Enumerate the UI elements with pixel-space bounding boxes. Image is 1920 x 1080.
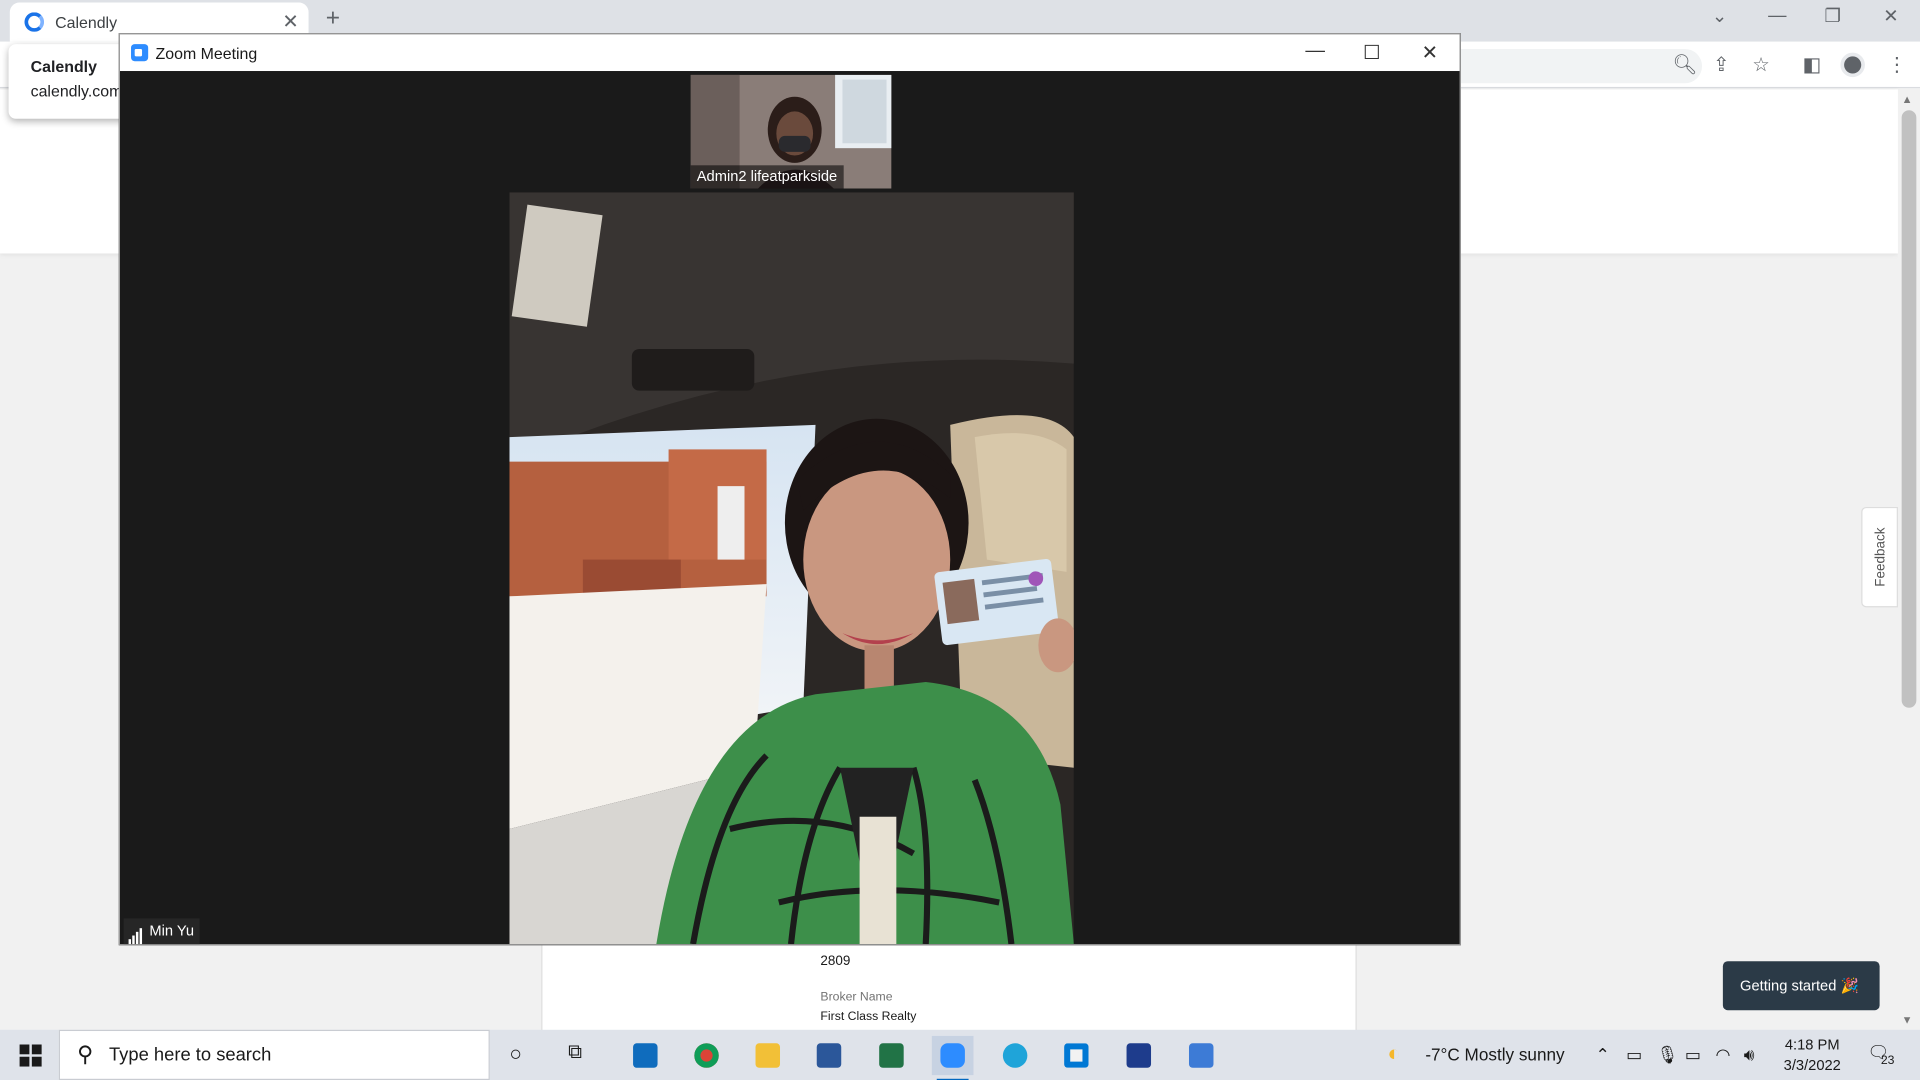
windows-logo-icon <box>19 1044 42 1067</box>
excel-app-icon[interactable] <box>871 1036 913 1075</box>
battery-icon[interactable]: ▭ <box>1685 1044 1701 1065</box>
start-button[interactable] <box>0 1030 59 1080</box>
bookmark-star-icon[interactable]: ☆ <box>1752 53 1770 77</box>
speaker-video-frame <box>509 192 1074 945</box>
windows-taskbar: ⚲ Type here to search ○ ⧉ ◐ -7°C Mostly … <box>0 1029 1920 1080</box>
scroll-up-icon[interactable]: ▲ <box>1902 93 1913 105</box>
new-tab-icon[interactable]: + <box>326 5 340 33</box>
broker-name-label: Broker Name <box>820 990 893 1005</box>
weather-text[interactable]: -7°C Mostly sunny <box>1425 1044 1564 1064</box>
profile-avatar[interactable] <box>1840 52 1865 78</box>
show-hidden-icons[interactable]: ⌃ <box>1596 1044 1610 1065</box>
store-app-icon[interactable] <box>1056 1036 1098 1075</box>
tab-title: Calendly <box>55 13 118 32</box>
chart-app-icon[interactable] <box>1118 1036 1160 1075</box>
participant-name: Admin2 lifeatparkside <box>690 165 844 189</box>
zoom-app-icon[interactable] <box>931 1035 974 1080</box>
calendly-icon <box>24 12 45 32</box>
clock-date: 3/3/2022 <box>1783 1056 1841 1074</box>
file-explorer-icon[interactable] <box>747 1036 789 1075</box>
outlook-app-icon[interactable] <box>624 1036 666 1075</box>
search-placeholder: Type here to search <box>108 1044 272 1066</box>
scroll-down-icon[interactable]: ▼ <box>1902 1014 1913 1026</box>
clock-time: 4:18 PM <box>1784 1035 1840 1054</box>
close-browser-icon[interactable]: ✕ <box>1883 5 1898 27</box>
broker-name-value: First Class Realty <box>820 1010 917 1024</box>
zoom-out-icon[interactable]: 🔍︎ <box>1673 53 1698 77</box>
cortana-icon[interactable]: ○ <box>509 1042 522 1066</box>
task-view-icon[interactable]: ⧉ <box>568 1042 582 1064</box>
address-bar[interactable] <box>1457 48 1703 84</box>
wifi-icon[interactable]: ◠ <box>1716 1044 1731 1065</box>
feedback-label: Feedback <box>1873 527 1889 587</box>
side-panel-icon[interactable]: ◧ <box>1802 53 1821 77</box>
active-speaker-video <box>509 192 1074 945</box>
tab-search-icon[interactable]: ⌄ <box>1712 5 1727 27</box>
zoom-maximize-icon[interactable]: ☐ <box>1363 40 1381 64</box>
minimize-browser-icon[interactable]: — <box>1768 5 1786 26</box>
system-clock[interactable]: 4:18 PM 3/3/2022 <box>1773 1035 1851 1077</box>
volume-icon[interactable]: 🔊︎ <box>1744 1044 1755 1065</box>
signal-strength-icon <box>128 919 144 945</box>
edge-app-icon[interactable] <box>994 1036 1036 1075</box>
detail-number: 2809 <box>820 953 851 969</box>
getting-started-button[interactable]: Getting started 🎉 <box>1722 961 1880 1011</box>
scrollbar-thumb[interactable] <box>1901 110 1917 708</box>
word-app-icon[interactable] <box>808 1036 850 1075</box>
notification-count: 23 <box>1880 1054 1895 1068</box>
zoom-icon <box>131 44 149 62</box>
taskbar-search-box[interactable]: ⚲ Type here to search <box>58 1029 490 1080</box>
microphone-icon[interactable]: 🎙︎ <box>1657 1044 1679 1065</box>
zoom-title-bar: Zoom Meeting — ☐ ✕ <box>120 34 1460 72</box>
screen: Calendly ✕ + ⌄ — ❐ ✕ 🔍︎ ⇪ ☆ ◧ ⋮ 2809 Bro… <box>0 0 1920 1080</box>
chrome-app-icon[interactable] <box>686 1036 728 1075</box>
menu-dots-icon[interactable]: ⋮ <box>1887 53 1907 77</box>
meet-now-icon[interactable]: ▭ <box>1626 1044 1642 1065</box>
share-icon[interactable]: ⇪ <box>1713 53 1729 77</box>
restore-browser-icon[interactable]: ❐ <box>1825 5 1841 27</box>
close-tab-icon[interactable]: ✕ <box>282 10 298 34</box>
active-speaker-name: Min Yu <box>149 922 195 940</box>
zoom-window-title: Zoom Meeting <box>155 44 258 63</box>
zoom-close-icon[interactable]: ✕ <box>1422 40 1438 64</box>
weather-icon[interactable]: ◐ <box>1387 1041 1400 1067</box>
booking-details-card: 2809 Broker Name First Class Realty <box>541 944 1357 1032</box>
search-icon: ⚲ <box>77 1042 94 1067</box>
photos-app-icon[interactable] <box>1180 1036 1222 1075</box>
zoom-meeting-window: Zoom Meeting — ☐ ✕ Admin2 lifeatparkside <box>118 33 1461 946</box>
zoom-minimize-icon[interactable]: — <box>1305 40 1325 62</box>
feedback-tab[interactable]: Feedback <box>1861 506 1898 608</box>
participant-thumbnail[interactable]: Admin2 lifeatparkside <box>690 74 892 189</box>
active-speaker-label: Min Yu <box>123 918 201 945</box>
